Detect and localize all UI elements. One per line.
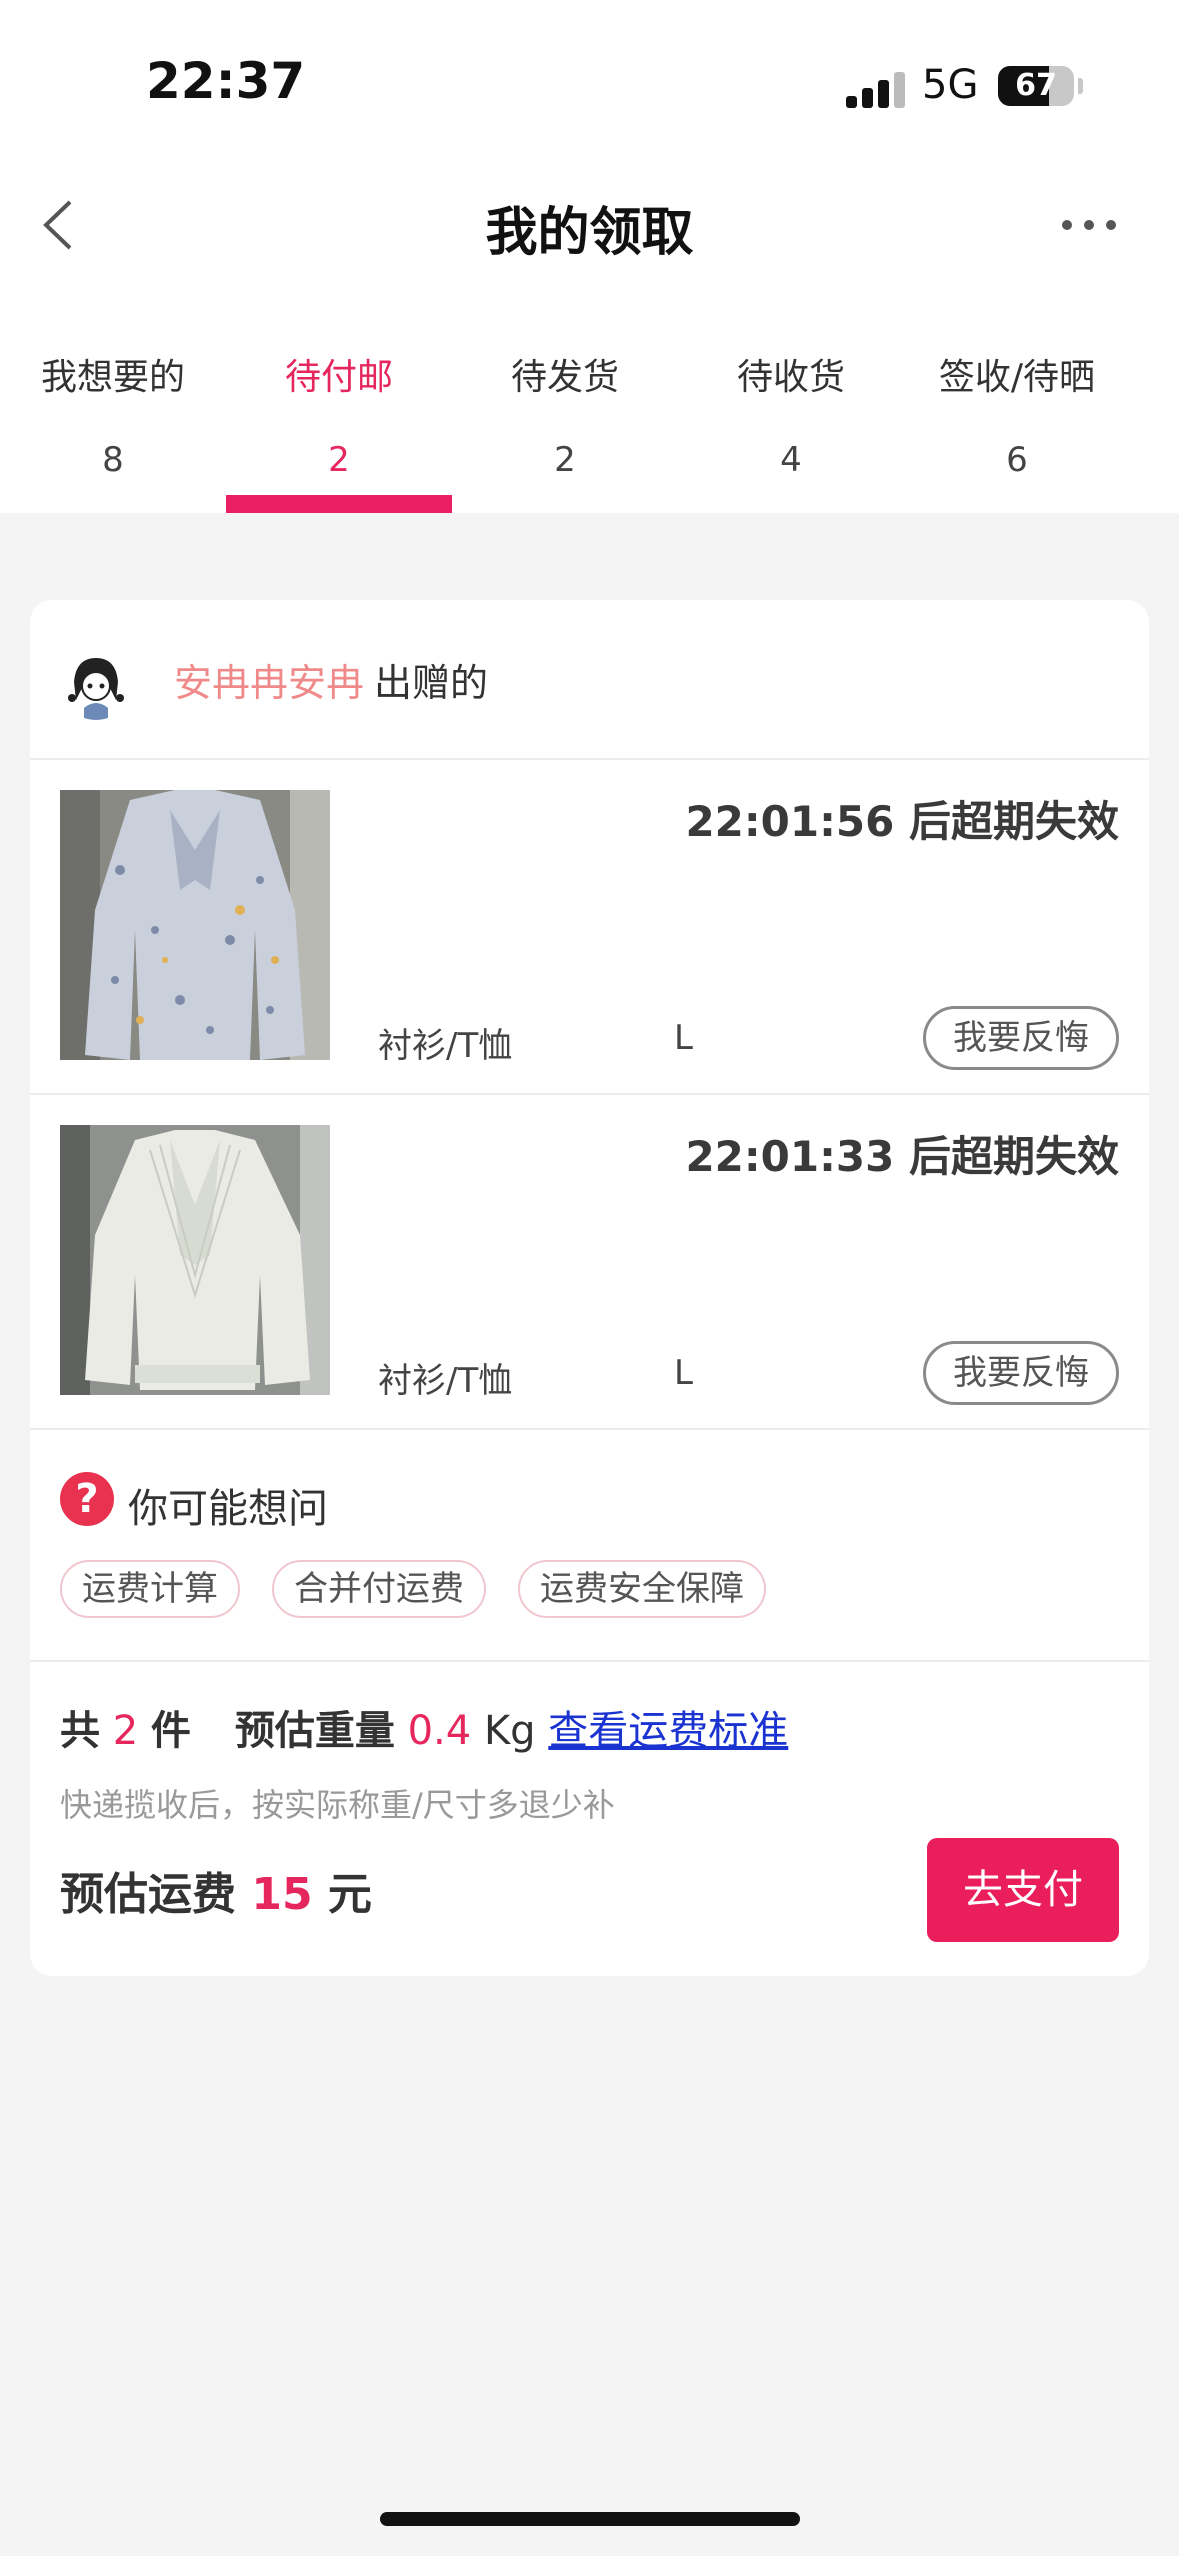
- product-image[interactable]: [60, 1125, 330, 1395]
- tab-pending-shipment[interactable]: 待发货 2: [452, 340, 678, 513]
- question-icon: ?: [60, 1472, 114, 1526]
- more-button[interactable]: [1062, 220, 1118, 232]
- tab-pending-receipt[interactable]: 待收货 4: [678, 340, 904, 513]
- network-label: 5G: [922, 62, 979, 108]
- order-card: 安冉冉安冉 出赠的 22:01:56 后超期失效 衬衫/T恤 L 我要反悔 22…: [30, 600, 1149, 1976]
- tab-signed-review[interactable]: 签收/待晒 6: [904, 340, 1130, 513]
- payment-summary: 共 2 件预估重量 0.4 Kg 查看运费标准 快递揽收后，按实际称重/尺寸多退…: [30, 1662, 1149, 2042]
- total-count: 2: [112, 1708, 139, 1754]
- avatar-illustration-icon: [60, 648, 132, 720]
- estimated-fee: 预估运费 15 元: [60, 1858, 372, 1922]
- shipping-note: 快递揽收后，按实际称重/尺寸多退少补: [60, 1786, 615, 1824]
- tab-label: 签收/待晒: [938, 357, 1096, 398]
- list-item[interactable]: 22:01:56 后超期失效 衬衫/T恤 L 我要反悔: [30, 760, 1149, 1095]
- list-item[interactable]: 22:01:33 后超期失效 衬衫/T恤 L 我要反悔: [30, 1095, 1149, 1430]
- tab-count: 2: [328, 440, 350, 480]
- avatar[interactable]: [60, 648, 132, 720]
- item-size: L: [674, 1018, 693, 1058]
- page-title: 我的领取: [485, 203, 694, 263]
- total-unit: 件: [150, 1708, 191, 1754]
- battery-icon: 67: [998, 66, 1074, 106]
- item-category: 衬衫/T恤: [378, 1361, 513, 1401]
- pay-button[interactable]: 去支付: [927, 1838, 1119, 1942]
- regret-button[interactable]: 我要反悔: [923, 1341, 1119, 1405]
- tab-count: 2: [554, 440, 576, 480]
- tab-pending-postage[interactable]: 待付邮 2: [226, 340, 452, 513]
- fee-label: 预估运费: [60, 1869, 236, 1920]
- regret-button[interactable]: 我要反悔: [923, 1006, 1119, 1070]
- summary-line: 共 2 件预估重量 0.4 Kg 查看运费标准: [60, 1698, 788, 1756]
- fee-value: 15: [251, 1869, 313, 1920]
- weight-unit: Kg: [483, 1708, 536, 1754]
- battery-cap: [1078, 78, 1083, 94]
- item-category: 衬衫/T恤: [378, 1026, 513, 1066]
- fee-unit: 元: [327, 1869, 372, 1920]
- item-size: L: [674, 1353, 693, 1393]
- faq-title: 你可能想问: [128, 1486, 328, 1532]
- white-lace-blouse-image: [60, 1125, 330, 1395]
- tab-label: 待收货: [736, 357, 845, 398]
- giver-line: 安冉冉安冉 出赠的: [174, 652, 488, 707]
- shipping-standard-link[interactable]: 查看运费标准: [548, 1708, 788, 1754]
- total-prefix: 共: [60, 1708, 100, 1754]
- tab-indicator: [226, 495, 452, 513]
- faq-section: ? 你可能想问 运费计算 合并付运费 运费安全保障: [30, 1430, 1149, 1662]
- faq-chip-shipping-calc[interactable]: 运费计算: [60, 1560, 240, 1618]
- tab-count: 6: [1006, 440, 1028, 480]
- tab-label: 我想要的: [40, 357, 185, 398]
- battery-level: 67: [1015, 68, 1057, 103]
- faq-chip-shipping-safety[interactable]: 运费安全保障: [518, 1560, 766, 1618]
- weight-label: 预估重量: [234, 1708, 395, 1754]
- giver-suffix: 出赠的: [374, 661, 489, 705]
- expiry-timer: 22:01:33 后超期失效: [685, 1132, 1119, 1181]
- tab-wanted[interactable]: 我想要的 8: [0, 340, 226, 513]
- faq-chips: 运费计算 合并付运费 运费安全保障: [60, 1560, 798, 1618]
- product-image[interactable]: [60, 790, 330, 1060]
- signal-icon: [846, 72, 906, 108]
- status-tabs: 我想要的 8 待付邮 2 待发货 2 待收货 4 签收/待晒 6: [0, 340, 1179, 513]
- expiry-timer: 22:01:56 后超期失效: [685, 797, 1119, 846]
- tab-label: 待发货: [510, 357, 619, 398]
- giver-name[interactable]: 安冉冉安冉: [174, 661, 364, 705]
- status-time: 22:37: [146, 52, 306, 110]
- weight-value: 0.4: [407, 1708, 472, 1754]
- home-indicator[interactable]: [380, 2512, 800, 2526]
- giver-header[interactable]: 安冉冉安冉 出赠的: [30, 600, 1149, 760]
- tab-label: 待付邮: [284, 357, 393, 398]
- header-area: 22:37 5G 67 我的领取 我想要的 8 待付邮 2 待发货 2 待收货 …: [0, 0, 1179, 513]
- tab-count: 4: [780, 440, 802, 480]
- floral-blouse-image: [60, 790, 330, 1060]
- tab-count: 8: [102, 440, 124, 480]
- faq-chip-combine-postage[interactable]: 合并付运费: [272, 1560, 486, 1618]
